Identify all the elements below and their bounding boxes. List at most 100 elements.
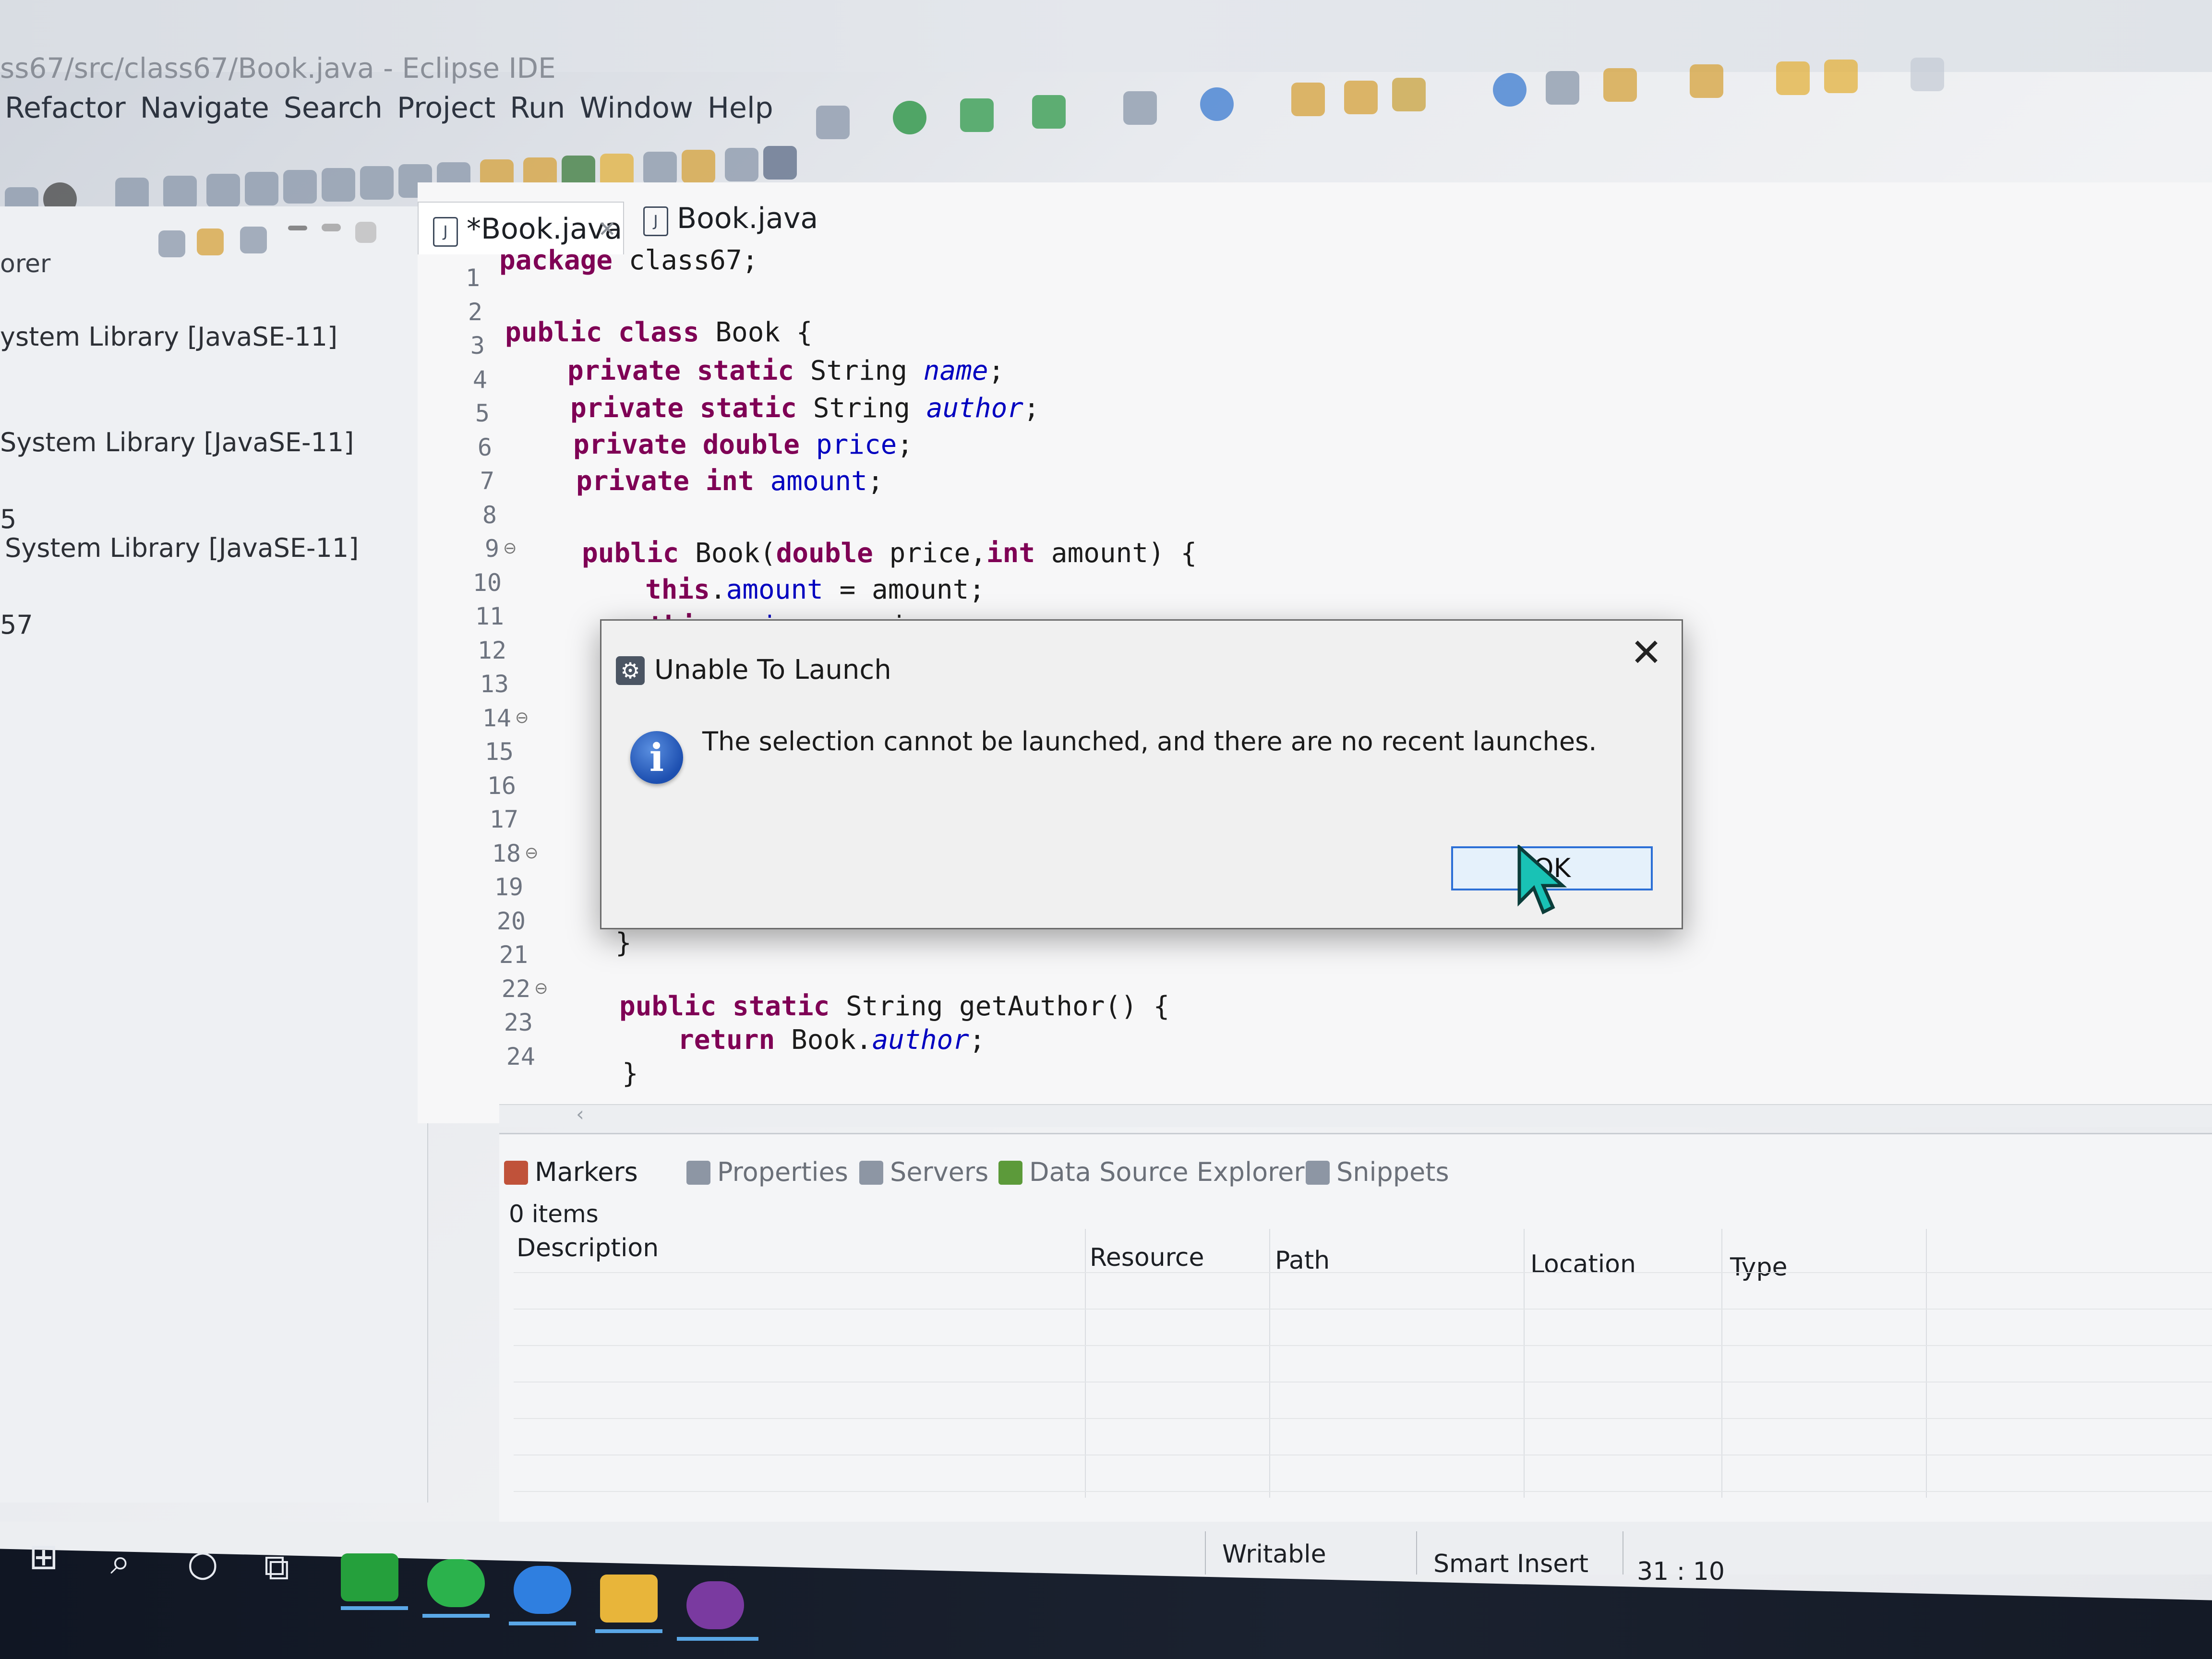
last-edit-icon[interactable] xyxy=(1776,61,1810,95)
line-number: 15 xyxy=(484,738,514,766)
show-whitespace-icon[interactable] xyxy=(682,150,715,183)
skip-breakpoints-icon[interactable] xyxy=(163,176,197,209)
toggle-block-icon[interactable] xyxy=(643,152,677,185)
globe-icon[interactable] xyxy=(1493,73,1527,107)
code-text: Book { xyxy=(699,317,813,348)
tab-book-java[interactable]: J Book.java xyxy=(629,192,821,245)
terminate-icon[interactable] xyxy=(283,170,317,204)
file-explorer-icon[interactable] xyxy=(600,1575,658,1623)
link-with-editor-icon[interactable] xyxy=(197,228,224,255)
open-type-icon[interactable] xyxy=(1291,83,1325,116)
eclipse-app-icon: ⚙ xyxy=(616,656,645,685)
next-annotation-icon[interactable] xyxy=(1603,68,1637,102)
sidebar-item-jre-3[interactable]: System Library [JavaSE-11] xyxy=(5,533,359,563)
sidebar-item-project-5[interactable]: 5 xyxy=(0,504,16,534)
minimize-icon[interactable] xyxy=(288,226,307,230)
spring-icon[interactable] xyxy=(1200,87,1234,121)
step-into-icon[interactable] xyxy=(360,166,394,200)
code-line-10[interactable]: this.amount = amount; xyxy=(645,574,985,605)
search-icon[interactable]: ⌕ xyxy=(110,1541,130,1583)
fold-toggle-icon[interactable]: ⊖ xyxy=(525,843,539,863)
forward-icon[interactable] xyxy=(1911,58,1944,91)
java-file-icon: J xyxy=(643,206,668,236)
pin-editor-icon[interactable] xyxy=(1546,71,1579,105)
column-type[interactable]: Type xyxy=(1730,1253,1787,1282)
word-wrap-icon[interactable] xyxy=(725,148,758,181)
previous-annotation-icon[interactable] xyxy=(1690,64,1723,98)
menu-navigate[interactable]: Navigate xyxy=(140,91,269,144)
debug-icon[interactable] xyxy=(816,106,850,139)
tab-data-source-explorer[interactable]: Data Source Explorer xyxy=(998,1157,1305,1187)
column-resource[interactable]: Resource xyxy=(1090,1243,1204,1272)
suspend-icon[interactable] xyxy=(245,172,278,205)
eclipse-icon[interactable] xyxy=(686,1581,744,1629)
tab-snippets[interactable]: Snippets xyxy=(1306,1157,1449,1187)
code-line-20[interactable]: } xyxy=(615,927,632,959)
tab-label: Snippets xyxy=(1336,1157,1449,1187)
coverage-icon[interactable] xyxy=(960,98,994,132)
code-keyword: private int xyxy=(576,466,754,497)
status-writable: Writable xyxy=(1222,1540,1326,1569)
code-line-6[interactable]: private double price; xyxy=(573,429,913,460)
disconnect-icon[interactable] xyxy=(322,168,355,202)
tab-servers[interactable]: Servers xyxy=(859,1157,988,1187)
code-keyword: this xyxy=(645,574,710,605)
external-tools-icon[interactable] xyxy=(1032,95,1066,129)
pilcrow-icon[interactable] xyxy=(763,146,797,180)
collapse-all-icon[interactable] xyxy=(158,230,185,257)
menu-help[interactable]: Help xyxy=(708,91,773,144)
iqiyi-icon[interactable] xyxy=(341,1553,398,1601)
menu-project[interactable]: Project xyxy=(397,91,495,144)
feishu-icon[interactable] xyxy=(514,1566,571,1614)
windows-start-icon[interactable]: ⊞ xyxy=(29,1536,59,1577)
code-line-1[interactable]: package class67; xyxy=(499,245,758,276)
code-line-7[interactable]: private int amount; xyxy=(576,466,884,497)
fold-toggle-icon[interactable]: ⊖ xyxy=(515,708,529,727)
wechat-icon[interactable] xyxy=(427,1559,485,1607)
line-number: 19 xyxy=(494,873,523,901)
column-location[interactable]: Location xyxy=(1530,1250,1636,1279)
scroll-left-icon[interactable]: ‹ xyxy=(576,1102,584,1126)
column-path[interactable]: Path xyxy=(1275,1246,1330,1275)
code-line-22[interactable]: public static String getAuthor() { xyxy=(619,991,1169,1022)
fold-toggle-icon[interactable]: ⊖ xyxy=(534,979,548,998)
sidebar-item-jre-1[interactable]: ystem Library [JavaSE-11] xyxy=(0,322,337,352)
code-text: ; xyxy=(867,466,884,497)
sidebar-item-jre-2[interactable]: System Library [JavaSE-11] xyxy=(0,427,354,457)
restore-icon[interactable] xyxy=(355,222,376,243)
code-line-5[interactable]: private static String author; xyxy=(570,393,1040,424)
view-menu-icon[interactable] xyxy=(240,227,267,253)
tab-markers[interactable]: Markers xyxy=(504,1157,638,1187)
code-line-23[interactable]: return Book.author; xyxy=(678,1024,986,1056)
close-icon[interactable]: ✕ xyxy=(1630,630,1662,675)
new-server-icon[interactable] xyxy=(1123,91,1157,125)
code-line-3[interactable]: public class Book { xyxy=(505,317,813,348)
menu-run[interactable]: Run xyxy=(510,91,565,144)
code-line-9[interactable]: public Book(double price,int amount) { xyxy=(582,538,1197,569)
package-explorer-title[interactable]: orer xyxy=(0,250,50,278)
column-description[interactable]: Description xyxy=(517,1234,659,1262)
menu-search[interactable]: Search xyxy=(284,91,383,144)
close-tab-icon[interactable]: ✕ xyxy=(598,216,616,242)
fold-toggle-icon[interactable]: ⊖ xyxy=(503,539,517,558)
line-number: 12 xyxy=(477,636,506,664)
code-line-24[interactable]: } xyxy=(622,1058,638,1089)
task-view-icon[interactable]: ⧉ xyxy=(264,1547,289,1588)
table-row xyxy=(514,1491,2212,1492)
editor-horizontal-scrollbar[interactable] xyxy=(499,1104,2212,1127)
menu-window[interactable]: Window xyxy=(579,91,693,144)
dialog-title: Unable To Launch xyxy=(654,654,891,685)
back-icon[interactable] xyxy=(1824,60,1858,93)
tab-properties[interactable]: Properties xyxy=(686,1157,848,1187)
menu-refactor[interactable]: Refactor xyxy=(5,91,126,144)
resume-icon[interactable] xyxy=(206,174,240,207)
open-task-icon[interactable] xyxy=(1344,81,1378,114)
column-divider xyxy=(1926,1229,1927,1498)
search-icon[interactable] xyxy=(1392,78,1426,111)
cortana-icon[interactable]: ○ xyxy=(187,1543,218,1584)
code-line-4[interactable]: private static String name; xyxy=(567,355,1004,386)
run-icon[interactable] xyxy=(893,101,926,134)
maximize-icon[interactable] xyxy=(322,224,341,231)
sidebar-item-project-57[interactable]: 57 xyxy=(0,610,33,640)
